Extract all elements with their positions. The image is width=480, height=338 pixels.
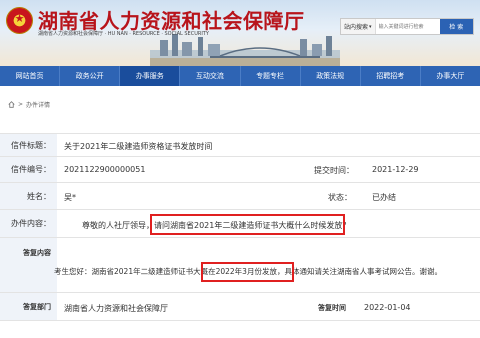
page: 湖南省人力资源和社会保障厅 湖南省人力资源和社会保障厅 · HU NAN · R… (0, 0, 480, 338)
row-dept: 答复部门 湖南省人力资源和社会保障厅 答复时间 2022-01-04 (0, 293, 480, 321)
main-nav: 网站首页 政务公开 办事服务 互动交流 专题专栏 政策法规 招聘招考 办事大厅 (0, 66, 480, 86)
content-prefix: 尊敬的人社厅领导， (82, 221, 154, 230)
row-code: 信件编号： 2021122900000051 提交时间： 2021-12-29 (0, 157, 480, 183)
reply-time-value: 2022-01-04 (364, 303, 411, 312)
national-emblem-icon (6, 7, 33, 34)
nav-item-interaction[interactable]: 互动交流 (180, 66, 241, 86)
row-title: 信件标题： 关于2021年二级建造师资格证书发放时间 (0, 133, 480, 157)
search-box: 站内搜索 ▾ 检 索 (340, 18, 474, 35)
nav-item-services[interactable]: 办事服务 (120, 66, 181, 86)
nav-item-gov-affairs[interactable]: 政务公开 (60, 66, 121, 86)
search-scope-label: 站内搜索 (344, 24, 369, 31)
site-subtitle: 湖南省人力资源和社会保障厅 · HU NAN · RESOURCE · SOCI… (38, 31, 209, 37)
breadcrumb-separator: > (18, 101, 24, 108)
code-value: 2021122900000051 (64, 165, 146, 174)
reply-highlight-box (201, 262, 294, 282)
nav-item-recruitment[interactable]: 招聘招考 (361, 66, 421, 86)
nav-item-home[interactable]: 网站首页 (0, 66, 61, 86)
row-reply: 答复内容 考生您好：湖南省2021年二级建造师证书大概在2022年3月份发放，具… (0, 238, 480, 293)
title-label: 信件标题： (0, 134, 57, 156)
breadcrumb: > 办件详情 (8, 100, 50, 109)
nav-item-policies[interactable]: 政策法规 (301, 66, 361, 86)
reply-dept-label: 答复部门 (0, 293, 57, 320)
home-icon[interactable] (8, 101, 15, 108)
breadcrumb-current: 办件详情 (26, 102, 51, 109)
reply-part-2: ，具体通知请关注湖南省人事考试网公告。谢谢。 (276, 267, 442, 276)
content-label: 办件内容： (0, 210, 57, 237)
title-value: 关于2021年二级建造师资格证书发放时间 (64, 142, 213, 151)
question-highlight-box (150, 214, 345, 235)
submit-time-value: 2021-12-29 (372, 165, 419, 174)
chevron-down-icon: ▾ (369, 23, 372, 30)
nav-item-topics[interactable]: 专题专栏 (241, 66, 301, 86)
status-value: 已办结 (372, 193, 396, 202)
name-value: 吴* (64, 193, 76, 202)
nav-item-service-hall[interactable]: 办事大厅 (421, 66, 480, 86)
reply-time-label: 答复时间 (318, 304, 346, 312)
row-name: 姓名： 吴* 状态： 已办结 (0, 183, 480, 210)
site-header: 湖南省人力资源和社会保障厅 湖南省人力资源和社会保障厅 · HU NAN · R… (0, 0, 480, 66)
reply-part-1: 考生您好：湖南省2021年二级建造师证书 (54, 267, 194, 276)
name-label: 姓名： (0, 183, 57, 209)
search-scope-select[interactable]: 站内搜索 ▾ (341, 19, 376, 34)
reply-label: 答复内容 (0, 238, 57, 292)
status-label: 状态： (328, 193, 352, 202)
submit-time-label: 提交时间： (314, 166, 354, 175)
code-label: 信件编号： (0, 157, 57, 182)
reply-dept-value: 湖南省人力资源和社会保障厅 (64, 304, 168, 313)
search-button[interactable]: 检 索 (439, 19, 473, 34)
search-input[interactable] (375, 19, 440, 34)
row-content: 办件内容： 尊敬的人社厅领导，请问湖南省2021年二级建造师证书大概什么时候发放… (0, 210, 480, 238)
